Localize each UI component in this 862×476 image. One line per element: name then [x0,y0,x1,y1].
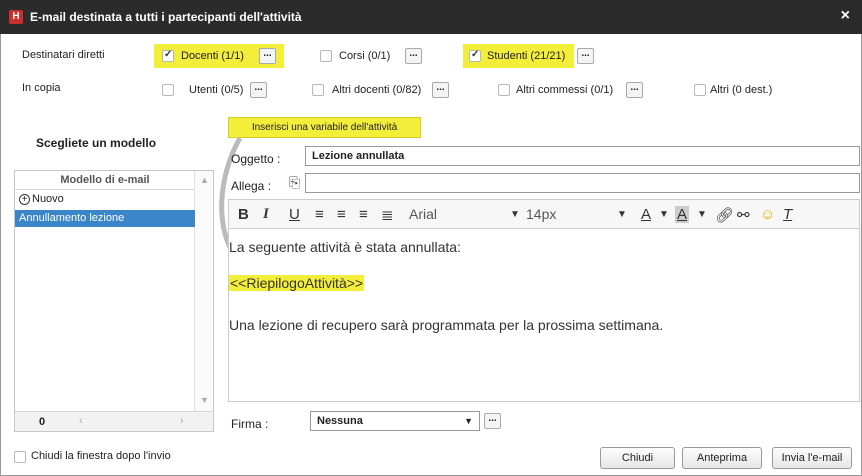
subject-label: Oggetto : [231,152,281,166]
scroll-right-icon[interactable]: › [180,415,184,427]
signature-label: Firma : [231,417,269,431]
title-bar: H E-mail destinata a tutti i partecipant… [0,0,862,34]
align-left-icon[interactable]: ≡ [315,206,324,223]
close-icon[interactable]: × [841,7,850,25]
utenti-more-button[interactable]: ... [250,82,267,98]
template-list-footer: 0 ‹ › [15,411,213,431]
bg-color-dropdown-icon[interactable]: ▼ [697,209,707,220]
studenti-more-button[interactable]: ... [577,48,594,64]
text-color-button[interactable]: A [641,206,651,223]
attach-label: Allega : [231,179,272,193]
send-email-button[interactable]: Invia l'e-mail [772,447,852,469]
signature-select[interactable]: Nessuna ▼ [310,411,480,431]
checkbox-altri[interactable] [694,84,706,96]
insert-variable-button[interactable]: Inserisci una variabile dell'attività [228,117,421,138]
font-family-select[interactable]: Arial [409,206,437,222]
template-list: Modello di e-mail ▲ ▼ + Nuovo Annullament… [14,170,214,432]
subject-input[interactable]: Lezione annullata [305,146,860,166]
link-icon[interactable]: 🔗︎ [715,206,734,224]
paperclip-icon[interactable]: ⎘ [289,174,300,191]
checkbox-close-after-send[interactable] [14,451,26,463]
italic-button[interactable]: I [263,206,269,223]
template-count: 0 [39,416,46,428]
checkbox-utenti[interactable] [162,84,174,96]
text-color-dropdown-icon[interactable]: ▼ [659,209,669,220]
bg-color-button[interactable]: A [675,206,690,223]
label-corsi: Corsi (0/1) [339,50,391,62]
checkbox-corsi[interactable] [320,50,332,62]
checkbox-altri-docenti[interactable] [312,84,324,96]
template-section-title: Scegliete un modello [36,136,157,150]
font-size-dropdown-icon[interactable]: ▼ [617,209,627,220]
bold-button[interactable]: B [238,206,249,223]
corsi-more-button[interactable]: ... [405,48,422,64]
body-line-3: Una lezione di recupero sarà programmata… [229,317,664,333]
checkbox-docenti[interactable] [162,49,174,62]
close-button[interactable]: Chiudi [600,447,675,469]
body-variable: <<RiepilogoAttività>> [229,275,365,291]
template-item-annullamento[interactable]: Annullamento lezione [15,210,195,227]
docenti-more-button[interactable]: ... [259,48,276,64]
app-logo: H [9,10,23,24]
editor-toolbar: B I U ≡ ≡ ≡ ≣ Arial ▼ 14px ▼ A ▼ A ▼ 🔗︎ … [228,199,860,229]
signature-more-button[interactable]: ... [484,413,501,429]
window-title: E-mail destinata a tutti i partecipanti … [30,10,302,24]
signature-value: Nessuna [317,415,363,427]
email-body-editor[interactable]: La seguente attività è stata annullata: … [228,229,860,402]
emoji-icon[interactable]: ☺ [760,206,775,223]
cc-label: In copia [22,82,61,94]
justify-icon[interactable]: ≣ [381,206,394,224]
label-altri-docenti: Altri docenti (0/82) [332,84,422,96]
altri-docenti-more-button[interactable]: ... [432,82,449,98]
preview-button[interactable]: Anteprima [682,447,762,469]
checkbox-altri-commessi[interactable] [498,84,510,96]
font-size-select[interactable]: 14px [526,206,556,222]
label-altri-commessi: Altri commessi (0/1) [516,84,614,96]
label-altri: Altri (0 dest.) [710,84,773,96]
scroll-left-icon[interactable]: ‹ [79,415,83,427]
template-list-header: Modello di e-mail [15,171,195,190]
scroll-up-icon[interactable]: ▲ [200,175,209,185]
template-item-label: Annullamento lezione [19,212,125,224]
align-right-icon[interactable]: ≡ [359,206,368,223]
direct-recipients-label: Destinatari diretti [22,49,105,61]
attach-input[interactable] [305,173,860,193]
label-docenti: Docenti (1/1) [181,50,244,62]
signature-dropdown-icon[interactable]: ▼ [464,412,473,430]
label-utenti: Utenti (0/5) [189,84,244,96]
close-after-send-label: Chiudi la finestra dopo l'invio [31,450,171,462]
unlink-icon[interactable]: ⚯ [737,206,750,224]
template-item-nuovo[interactable]: + Nuovo [15,191,195,208]
clear-format-button[interactable]: T [783,206,792,223]
plus-circle-icon: + [19,194,30,205]
checkbox-studenti[interactable] [469,49,481,62]
altri-commessi-more-button[interactable]: ... [626,82,643,98]
scroll-down-icon[interactable]: ▼ [200,395,209,405]
font-family-dropdown-icon[interactable]: ▼ [510,209,520,220]
body-line-1: La seguente attività è stata annullata: [229,239,461,255]
underline-button[interactable]: U [289,206,300,223]
template-item-label: Nuovo [32,193,64,205]
label-studenti: Studenti (21/21) [487,50,566,62]
align-center-icon[interactable]: ≡ [337,206,346,223]
template-list-scrollbar[interactable]: ▲ ▼ [194,171,213,411]
